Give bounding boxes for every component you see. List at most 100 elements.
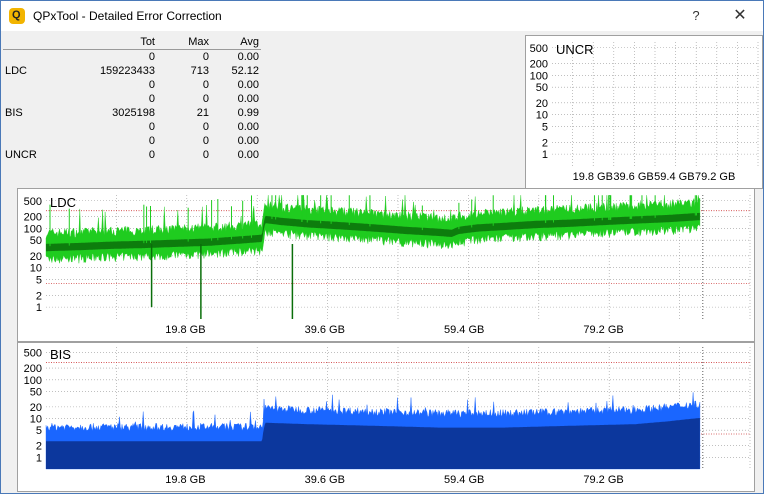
y-tick-label: 500 [24, 196, 42, 208]
stats-avg: 52.12 [231, 65, 259, 77]
stats-label: BIS [5, 107, 23, 119]
ldc-chart: 500 20010050 20105 21 19.8 GB 39.6 GB 59.4 GB 7… [24, 195, 751, 336]
uncr-chart: 500 20010050 20105 21 19.8 GB 39.6 GB 59.4 GB 7… [530, 42, 759, 183]
chart-title: BIS [50, 347, 71, 362]
x-tick-label: 79.2 GB [695, 171, 735, 183]
stats-avg: 0.00 [237, 79, 259, 91]
stats-row: 0 0 0.00 [3, 78, 261, 92]
y-tick-label: 2 [542, 137, 548, 149]
stats-row: UNCR 0 0 0.00 [3, 148, 261, 162]
stats-avg: 0.00 [237, 135, 259, 147]
stats-max: 713 [190, 65, 209, 77]
x-tick-label: 39.6 GB [305, 324, 345, 336]
window-title: QPxTool - Detailed Error Correction [33, 9, 222, 23]
bis-chart: 500 20010050 20105 21 19.8 GB 39.6 GB 59.4 GB 7… [24, 347, 751, 486]
x-tick-label: 39.6 GB [613, 171, 653, 183]
stats-max: 0 [202, 149, 209, 161]
stats-avg: 0.00 [237, 149, 259, 161]
y-tick-label: 200 [530, 58, 548, 70]
stats-avg: 0.00 [237, 121, 259, 133]
x-tick-label: 59.4 GB [444, 324, 484, 336]
stats-avg: 0.99 [237, 107, 259, 119]
stats-avg: 0.00 [237, 93, 259, 105]
close-button[interactable]: ✕ [729, 5, 751, 27]
x-tick-label: 19.8 GB [165, 474, 205, 486]
x-tick-label: 59.4 GB [444, 474, 484, 486]
uncr-chart-panel: 500 200 100 50 20 10 5 2 1 19.8 GB 39.6 GB 59.4 GB 7… [525, 35, 763, 189]
stats-label [3, 92, 61, 106]
stats-label [3, 78, 61, 92]
stats-row: LDC 159223433 713 52.12 [3, 64, 261, 78]
y-tick-label: 500 [24, 348, 42, 360]
y-tick-label: 2 [36, 290, 42, 302]
stats-row: 0 0 0.00 [3, 92, 261, 106]
stats-row: 0 0 0.00 [3, 120, 261, 134]
x-tick-label: 19.8 GB [573, 171, 613, 183]
window: Q QPxTool - Detailed Error Correction ? … [0, 0, 764, 494]
stats-header-row: Tot Max Avg [3, 35, 261, 50]
x-tick-label: 79.2 GB [583, 474, 623, 486]
y-tick-label: 5 [36, 425, 42, 437]
stats-tot: 0 [148, 93, 155, 105]
y-tick-label: 20 [30, 402, 42, 414]
stats-header-tot: Tot [61, 35, 155, 50]
y-tick-label: 10 [536, 110, 548, 122]
x-tick-label: 39.6 GB [305, 474, 345, 486]
x-tick-label: 59.4 GB [654, 171, 694, 183]
y-tick-label: 100 [530, 70, 548, 82]
stats-max: 0 [202, 79, 209, 91]
stats-label [3, 120, 61, 134]
stats-tot: 0 [148, 51, 155, 63]
stats-tot: 0 [148, 135, 155, 147]
stats-tot: 0 [148, 79, 155, 91]
bis-chart-panel: 500 200 100 50 20 10 5 2 1 19.8 GB 39.6 GB 59.4 GB 7… [17, 342, 755, 492]
stats-tot: 0 [148, 149, 155, 161]
stats-tot: 3025198 [112, 107, 155, 119]
y-tick-label: 50 [30, 235, 42, 247]
y-tick-label: 1 [542, 149, 548, 161]
stats-label [3, 134, 61, 148]
stats-max: 0 [202, 93, 209, 105]
y-tick-label: 20 [30, 251, 42, 263]
ldc-chart-panel: 500 200 100 50 20 10 5 2 1 19.8 GB 39.6 GB 59.4 GB 7… [17, 188, 755, 342]
stats-header-max: Max [155, 35, 209, 50]
y-tick-label: 200 [24, 211, 42, 223]
y-tick-label: 5 [542, 122, 548, 134]
y-tick-label: 100 [24, 223, 42, 235]
client-area: Tot Max Avg 0 0 0.00 LDC 159223433 713 5… [1, 31, 763, 493]
y-tick-label: 10 [30, 263, 42, 275]
stats-table: Tot Max Avg 0 0 0.00 LDC 159223433 713 5… [3, 35, 261, 162]
chart-title: UNCR [556, 42, 594, 57]
x-tick-label: 19.8 GB [165, 324, 205, 336]
stats-label: LDC [5, 65, 28, 77]
app-icon: Q [9, 8, 25, 24]
stats-label [3, 50, 61, 65]
y-tick-label: 5 [36, 275, 42, 287]
y-tick-label: 1 [36, 302, 42, 314]
stats-tot: 0 [148, 121, 155, 133]
x-tick-label: 79.2 GB [583, 324, 623, 336]
y-tick-label: 100 [24, 375, 42, 387]
stats-row: 0 0 0.00 [3, 134, 261, 148]
title-bar[interactable]: Q QPxTool - Detailed Error Correction ? … [1, 1, 763, 31]
stats-max: 0 [202, 121, 209, 133]
help-button[interactable]: ? [685, 5, 707, 27]
y-tick-label: 1 [36, 452, 42, 464]
y-tick-label: 2 [36, 441, 42, 453]
stats-header [3, 35, 61, 50]
chart-title: LDC [50, 195, 76, 210]
stats-label: UNCR [5, 149, 37, 161]
stats-tot: 159223433 [99, 65, 155, 77]
y-tick-label: 200 [24, 363, 42, 375]
stats-max: 0 [202, 51, 209, 63]
stats-row: 0 0 0.00 [3, 50, 261, 65]
y-tick-label: 50 [536, 82, 548, 94]
y-tick-label: 50 [30, 386, 42, 398]
stats-row: BIS 3025198 21 0.99 [3, 106, 261, 120]
stats-avg: 0.00 [237, 51, 259, 63]
y-tick-label: 500 [530, 43, 548, 55]
stats-max: 21 [196, 107, 209, 119]
y-tick-label: 10 [30, 414, 42, 426]
stats-max: 0 [202, 135, 209, 147]
app-icon-letter: Q [12, 9, 21, 21]
